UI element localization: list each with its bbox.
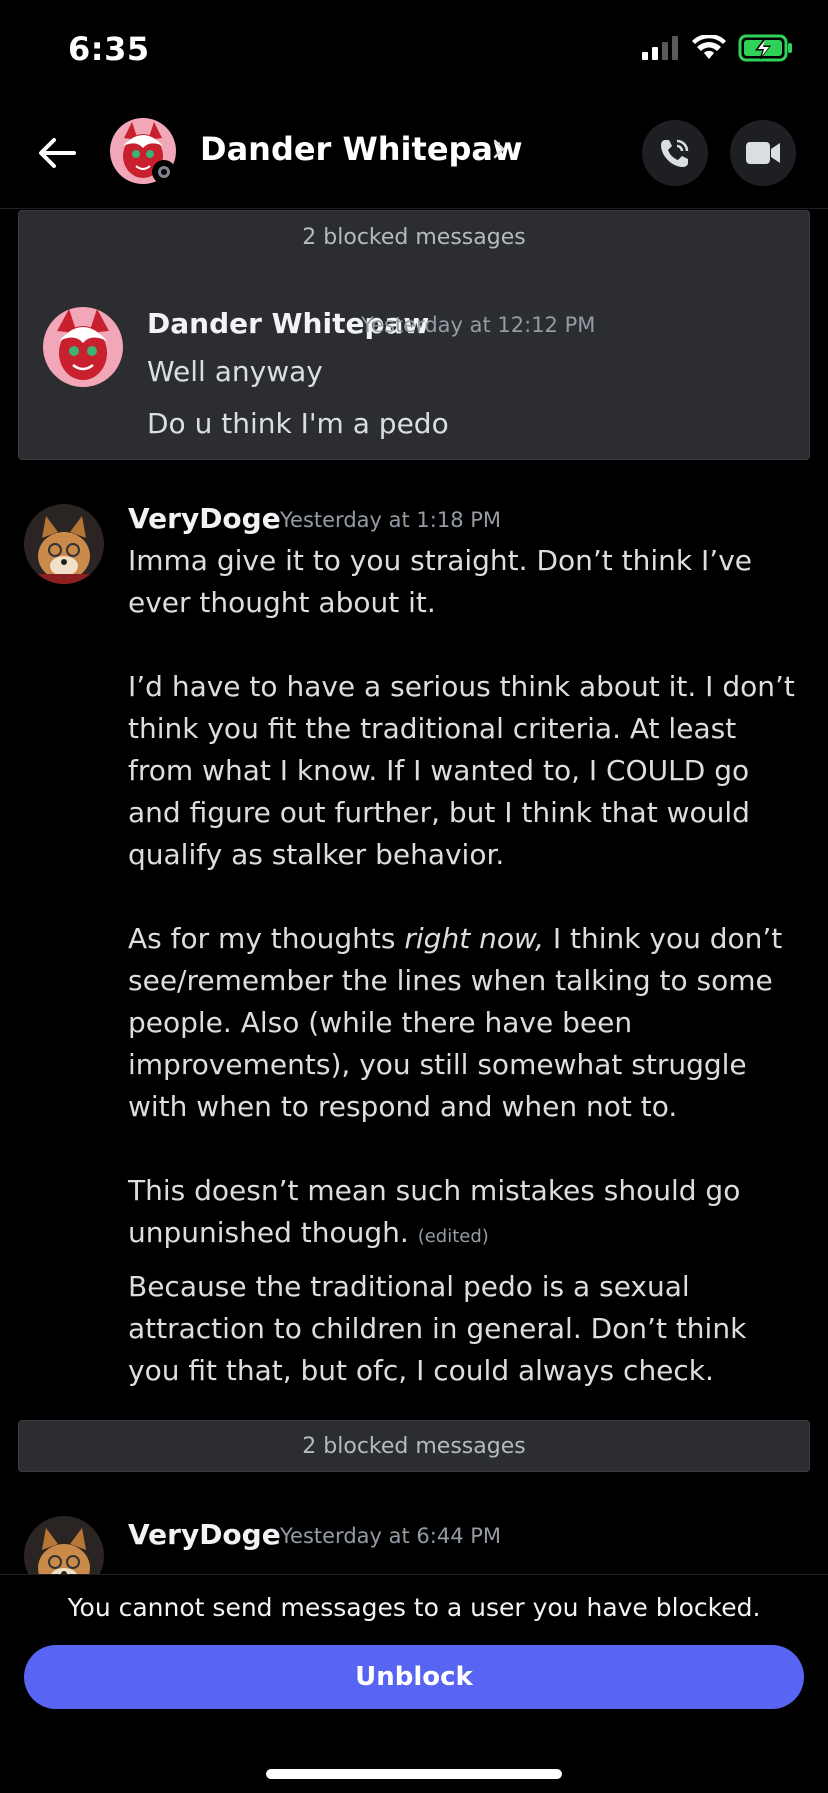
blocked-notice: You cannot send messages to a user you h… <box>67 1593 761 1622</box>
edited-label: (edited) <box>417 1226 489 1247</box>
message-timestamp: Yesterday at 6:44 PM <box>280 1524 502 1548</box>
blocked-messages-label[interactable]: 2 blocked messages <box>19 225 809 250</box>
avatar[interactable] <box>43 307 123 387</box>
message-author[interactable]: VeryDoge <box>128 502 281 535</box>
offline-status-indicator <box>152 160 176 184</box>
text-segment: As for my thoughts <box>128 922 405 955</box>
header-username[interactable]: Dander Whitepaw <box>200 130 523 168</box>
message-author[interactable]: VeryDoge <box>128 1518 281 1551</box>
voice-call-button[interactable] <box>642 120 708 186</box>
message-line: Do u think I'm a pedo <box>147 407 449 440</box>
back-arrow-icon[interactable] <box>34 130 80 176</box>
signal-icon <box>642 36 678 60</box>
blocked-messages-collapsed[interactable]: 2 blocked messages <box>18 1420 810 1472</box>
chevron-right-icon[interactable] <box>492 138 506 160</box>
video-camera-icon <box>746 142 780 164</box>
italic-text: right now, <box>404 922 544 955</box>
wifi-icon <box>692 35 726 59</box>
status-bar: 6:35 <box>0 0 828 100</box>
battery-charging-icon <box>738 34 792 62</box>
dm-header: Dander Whitepaw <box>0 100 828 209</box>
message-content: Imma give it to you straight. Don’t thin… <box>128 540 800 1392</box>
message-paragraph: I’d have to have a serious think about i… <box>128 670 795 871</box>
status-time: 6:35 <box>68 30 150 68</box>
message-paragraph: This doesn’t mean such mistakes should g… <box>128 1170 800 1258</box>
unblock-button[interactable]: Unblock <box>24 1645 804 1709</box>
blocked-messages-expanded[interactable]: 2 blocked messages Dander Whitepaw Yeste… <box>18 210 810 460</box>
avatar[interactable] <box>24 504 104 584</box>
message-line: Well anyway <box>147 355 323 388</box>
message-paragraph: Because the traditional pedo is a sexual… <box>128 1270 747 1387</box>
message-timestamp: Yesterday at 1:18 PM <box>280 508 502 532</box>
video-call-button[interactable] <box>730 120 796 186</box>
status-icons <box>642 34 794 62</box>
message-paragraph: Imma give it to you straight. Don’t thin… <box>128 544 752 619</box>
home-indicator[interactable] <box>266 1769 562 1779</box>
blocked-composer-bar: You cannot send messages to a user you h… <box>0 1574 828 1793</box>
message-timestamp: Yesterday at 12:12 PM <box>361 313 596 337</box>
message-paragraph: As for my thoughts right now, I think yo… <box>128 918 800 1128</box>
phone-call-icon <box>661 139 689 167</box>
